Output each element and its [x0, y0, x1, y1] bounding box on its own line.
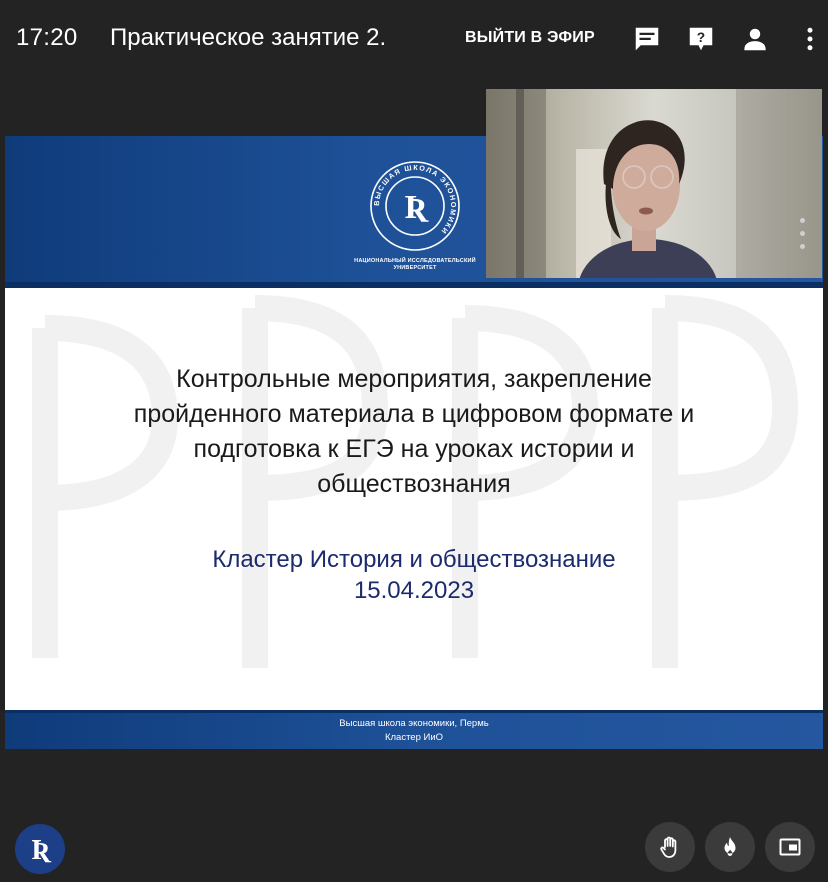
webcam-frame [486, 89, 822, 278]
cluster-name: Кластер История и обществознание [212, 546, 616, 573]
stream-title: Практическое занятие 2. [110, 24, 387, 51]
main-title-line4: обществознания [317, 470, 511, 498]
hse-logo-icon: ВЫСШАЯ ШКОЛА ЭКОНОМИКИ Ʀ [370, 161, 460, 251]
svg-text:?: ? [697, 30, 705, 45]
fire-icon [724, 837, 736, 856]
university-caption-line1: НАЦИОНАЛЬНЫЙ ИССЛЕДОВАТЕЛЬСКИЙ [354, 258, 476, 264]
top-bar: 17:20 Практическое занятие 2. ВЫЙТИ В ЭФ… [0, 0, 828, 78]
raise-hand-icon [660, 836, 677, 858]
main-title-line3: подготовка к ЕГЭ на уроках истории и [193, 435, 635, 463]
go-live-button[interactable]: ВЫЙТИ В ЭФИР [465, 29, 595, 47]
webcam-video[interactable] [486, 89, 822, 278]
slide-main-title: Контрольные мероприятия, закрепление про… [45, 362, 783, 502]
slide-date: 15.04.2023 [353, 577, 475, 604]
footer-line1: Высшая школа экономики, Пермь [339, 718, 489, 729]
slide-footer-band: Высшая школа экономики, Пермь Кластер Ии… [5, 710, 823, 749]
slide-subtitle: Кластер История и обществознание 15.04.2… [45, 544, 783, 606]
footer-line2: Кластер ИиО [384, 732, 444, 743]
person-icon[interactable] [740, 24, 770, 54]
svg-text:Ʀ: Ʀ [405, 189, 429, 226]
raise-hand-button[interactable] [645, 822, 695, 872]
university-caption-line2: УНИВЕРСИТЕТ [393, 265, 437, 271]
slide-header-stripe [5, 282, 823, 288]
more-vert-icon[interactable] [795, 24, 825, 54]
camera-options-dots[interactable] [800, 218, 806, 257]
reaction-button[interactable] [705, 822, 755, 872]
help-icon[interactable]: ? [686, 24, 716, 54]
svg-text:Ʀ: Ʀ [31, 835, 51, 866]
clock: 17:20 [16, 24, 78, 51]
main-title-line1: Контрольные мероприятия, закрепление [176, 365, 652, 393]
chat-icon[interactable] [632, 24, 662, 54]
hse-bottom-logo-icon: Ʀ [15, 824, 65, 874]
picture-in-picture-icon [779, 838, 801, 856]
university-caption: НАЦИОНАЛЬНЫЙ ИССЛЕДОВАТЕЛЬСКИЙ УНИВЕРСИТ… [350, 258, 480, 272]
picture-in-picture-button[interactable] [765, 822, 815, 872]
main-title-line2: пройденного материала в цифровом формате… [133, 400, 695, 428]
